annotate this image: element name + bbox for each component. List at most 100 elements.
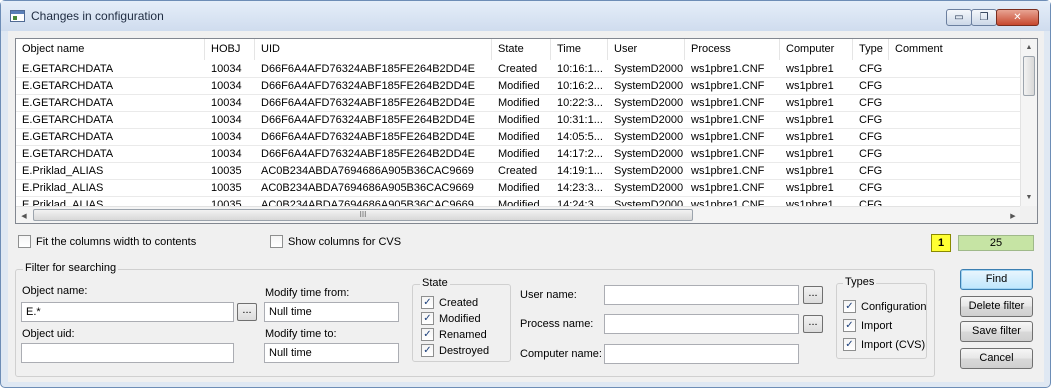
record-count-value: 25	[958, 235, 1034, 251]
table-cell: 10034	[211, 63, 242, 75]
table-cell: Modified	[498, 131, 540, 143]
column-header-hobj[interactable]: HOBJ	[205, 39, 255, 60]
table-cell: 10034	[211, 114, 242, 126]
state-created-check[interactable]: ✓	[421, 296, 434, 309]
state-renamed-check[interactable]: ✓	[421, 328, 434, 341]
type-import-label: Import	[861, 319, 893, 332]
vertical-scrollbar[interactable]: ▲ ▼	[1020, 39, 1037, 206]
maximize-button[interactable]: ❐	[971, 9, 997, 26]
computer-name-input[interactable]	[604, 344, 799, 364]
table-cell: CFG	[859, 80, 883, 92]
close-button[interactable]: ✕	[996, 9, 1039, 26]
table-cell: CFG	[859, 148, 883, 160]
table-row[interactable]: E.GETARCHDATA 10034 D66F6A4AFD76324ABF185F…	[16, 146, 1021, 163]
state-modified-check[interactable]: ✓	[421, 312, 434, 325]
table-cell: Created	[498, 63, 538, 75]
cancel-button[interactable]: Cancel	[960, 348, 1033, 369]
types-group-legend: Types	[843, 276, 877, 288]
type-import-cvs-check[interactable]: ✓	[843, 338, 856, 351]
table-cell: ws1pbre1	[786, 80, 834, 92]
table-cell: ws1pbre1	[786, 114, 834, 126]
state-created-checkbox[interactable]: ✓ Created	[421, 296, 478, 309]
state-renamed-checkbox[interactable]: ✓ Renamed	[421, 328, 487, 341]
column-header-comment[interactable]: Comment	[889, 39, 1021, 60]
table-cell: 10:16:1...	[557, 63, 603, 75]
scroll-right-arrow-icon[interactable]: ▶	[1005, 207, 1021, 223]
object-uid-label: Object uid:	[22, 328, 75, 340]
process-name-browse-button[interactable]: ...	[803, 315, 823, 333]
type-configuration-check[interactable]: ✓	[843, 300, 856, 313]
table-cell: ws1pbre1	[786, 182, 834, 194]
title-bar[interactable]: Changes in configuration ▭ ❐ ✕	[1, 1, 1050, 31]
show-cvs-checkbox[interactable]: Show columns for CVS	[270, 235, 401, 248]
caption-buttons: ▭ ❐ ✕	[946, 9, 1039, 26]
table-cell: ws1pbre1.CNF	[691, 131, 765, 143]
column-header-uid[interactable]: UID	[255, 39, 492, 60]
type-import-check[interactable]: ✓	[843, 319, 856, 332]
scroll-left-arrow-icon[interactable]: ◀	[16, 207, 32, 223]
object-name-input[interactable]: E.*	[21, 302, 234, 322]
column-header-computer[interactable]: Computer	[780, 39, 853, 60]
type-import-checkbox[interactable]: ✓ Import	[843, 319, 892, 332]
filter-group-legend: Filter for searching	[23, 262, 119, 274]
table-cell: Modified	[498, 182, 540, 194]
table-row[interactable]: E.GETARCHDATA 10034 D66F6A4AFD76324ABF185F…	[16, 78, 1021, 95]
state-modified-checkbox[interactable]: ✓ Modified	[421, 312, 481, 325]
grid-body: E.GETARCHDATA 10034 D66F6A4AFD76324ABF185F…	[16, 61, 1021, 208]
state-group-legend: State	[420, 277, 450, 289]
table-cell: ws1pbre1.CNF	[691, 63, 765, 75]
find-button[interactable]: Find	[960, 269, 1033, 290]
horizontal-scrollbar[interactable]: ◀ III ▶	[16, 206, 1021, 223]
user-name-input[interactable]	[604, 285, 799, 305]
table-row[interactable]: E.Priklad_ALIAS 10035 AC0B234ABDA7694686A9…	[16, 163, 1021, 180]
fit-columns-checkbox[interactable]: Fit the columns width to contents	[18, 235, 196, 248]
scroll-down-arrow-icon[interactable]: ▼	[1021, 189, 1037, 206]
table-cell: D66F6A4AFD76324ABF185FE264B2DD4E	[261, 63, 476, 75]
table-row[interactable]: E.GETARCHDATA 10034 D66F6A4AFD76324ABF185F…	[16, 112, 1021, 129]
object-name-label: Object name:	[22, 285, 88, 297]
column-header-object-name[interactable]: Object name	[16, 39, 205, 60]
column-header-process[interactable]: Process	[685, 39, 780, 60]
table-row[interactable]: E.GETARCHDATA 10034 D66F6A4AFD76324ABF185F…	[16, 129, 1021, 146]
type-configuration-checkbox[interactable]: ✓ Configuration	[843, 300, 926, 313]
table-cell: CFG	[859, 131, 883, 143]
table-cell: 10:22:3...	[557, 97, 603, 109]
modify-from-input[interactable]: Null time	[264, 302, 399, 322]
vertical-scroll-thumb[interactable]	[1023, 56, 1035, 96]
state-destroyed-check[interactable]: ✓	[421, 344, 434, 357]
state-destroyed-checkbox[interactable]: ✓ Destroyed	[421, 344, 489, 357]
process-name-input[interactable]	[604, 314, 799, 334]
table-cell: E.GETARCHDATA	[22, 148, 114, 160]
user-name-label: User name:	[520, 289, 577, 301]
column-header-time[interactable]: Time	[551, 39, 608, 60]
table-row[interactable]: E.Priklad_ALIAS 10035 AC0B234ABDA7694686A9…	[16, 180, 1021, 197]
modify-to-input[interactable]: Null time	[264, 343, 399, 363]
table-cell: 10034	[211, 148, 242, 160]
minimize-button[interactable]: ▭	[946, 9, 972, 26]
delete-filter-button[interactable]: Delete filter	[960, 296, 1033, 317]
table-cell: ws1pbre1	[786, 165, 834, 177]
column-header-type[interactable]: Type	[853, 39, 889, 60]
table-row[interactable]: E.GETARCHDATA 10034 D66F6A4AFD76324ABF185F…	[16, 61, 1021, 78]
table-cell: Modified	[498, 148, 540, 160]
object-name-browse-button[interactable]: ...	[237, 303, 257, 321]
table-cell: D66F6A4AFD76324ABF185FE264B2DD4E	[261, 131, 476, 143]
save-filter-button[interactable]: Save filter	[960, 321, 1033, 342]
window-title: Changes in configuration	[31, 9, 164, 23]
column-header-state[interactable]: State	[492, 39, 551, 60]
changes-grid[interactable]: Object name HOBJ UID State Time User Pro…	[15, 38, 1038, 224]
table-cell: E.GETARCHDATA	[22, 114, 114, 126]
column-header-user[interactable]: User	[608, 39, 685, 60]
state-modified-label: Modified	[439, 312, 481, 325]
type-import-cvs-checkbox[interactable]: ✓ Import (CVS)	[843, 338, 925, 351]
state-created-label: Created	[439, 296, 479, 309]
table-row[interactable]: E.GETARCHDATA 10034 D66F6A4AFD76324ABF185F…	[16, 95, 1021, 112]
object-uid-input[interactable]	[21, 343, 234, 363]
table-cell: ws1pbre1.CNF	[691, 182, 765, 194]
user-name-browse-button[interactable]: ...	[803, 286, 823, 304]
fit-columns-checkbox-box[interactable]	[18, 235, 31, 248]
table-cell	[889, 95, 1021, 111]
horizontal-scroll-thumb[interactable]: III	[33, 209, 693, 221]
show-cvs-checkbox-box[interactable]	[270, 235, 283, 248]
scroll-up-arrow-icon[interactable]: ▲	[1021, 39, 1037, 56]
